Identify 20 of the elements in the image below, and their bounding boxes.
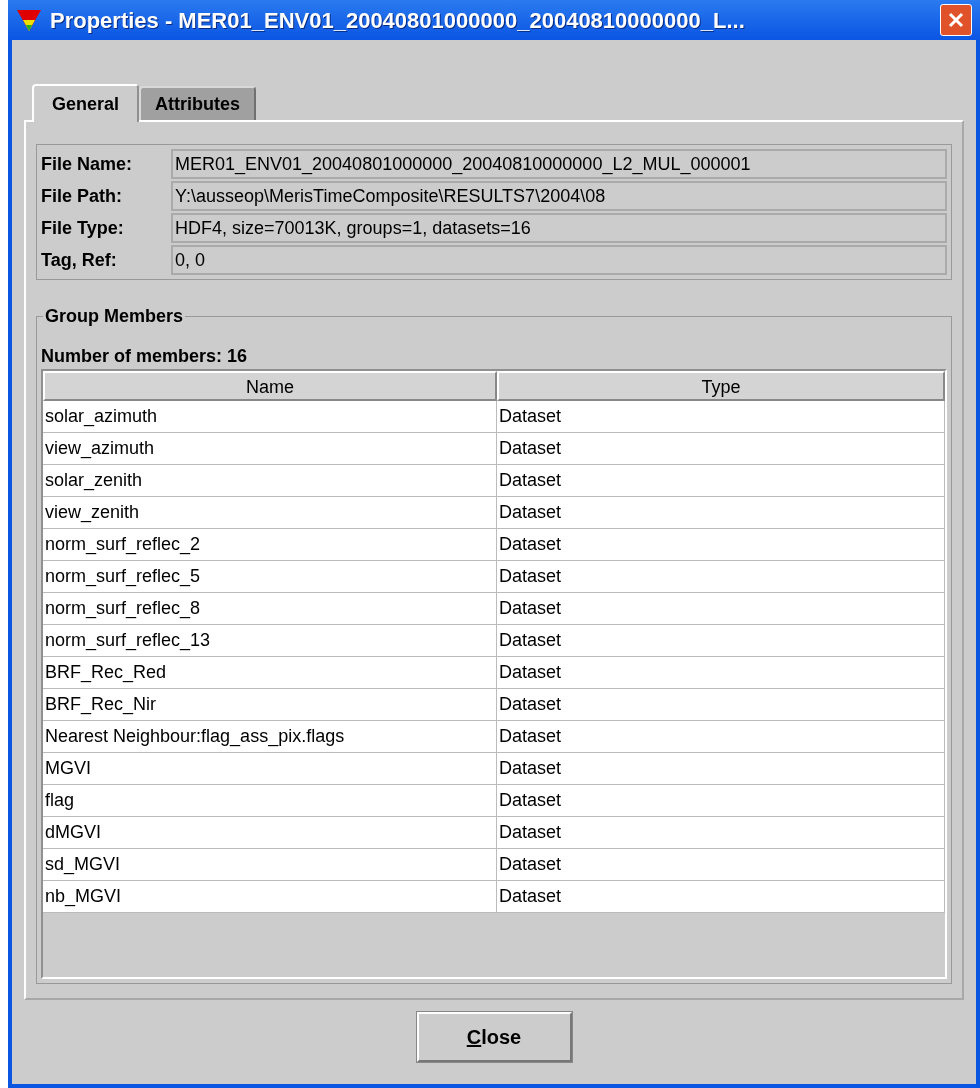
field-value: Y:\ausseop\MerisTimeComposite\RESULTS7\2004\08 xyxy=(171,181,947,211)
field-label: Tag, Ref: xyxy=(41,248,118,272)
column-header[interactable]: Name xyxy=(43,371,497,401)
window-title: Properties - MER01_ENV01_20040801000000_20040810000000_L... xyxy=(50,6,746,35)
table-cell: Dataset xyxy=(497,881,945,913)
field-value: HDF4, size=70013K, groups=1, datasets=16 xyxy=(171,213,947,243)
close-window-button[interactable] xyxy=(940,4,972,36)
field-value: MER01_ENV01_20040801000000_20040810000000_L2_MUL_000001 xyxy=(171,149,947,179)
member-count: Number of members: 16 xyxy=(41,345,249,367)
close-button[interactable]: Close xyxy=(416,1012,572,1062)
app-icon xyxy=(16,8,42,32)
table-cell: nb_MGVI xyxy=(43,881,497,913)
field-label: File Path: xyxy=(41,184,123,208)
field-label: File Type: xyxy=(41,216,125,240)
column-header[interactable]: Type xyxy=(497,371,945,401)
tab[interactable]: Attributes xyxy=(139,86,257,120)
tab[interactable]: General xyxy=(32,84,140,122)
field-label: File Name: xyxy=(41,152,134,176)
field-value: 0, 0 xyxy=(171,245,947,275)
close-icon xyxy=(947,11,965,29)
